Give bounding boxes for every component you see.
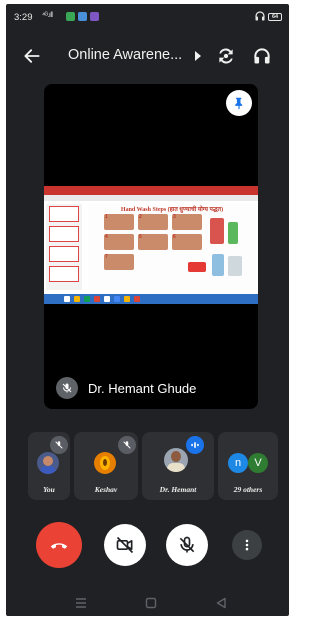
battery-icon: 64 (268, 13, 282, 21)
step-image: 6 (172, 234, 202, 250)
step-image: 2 (138, 214, 168, 230)
meeting-title[interactable]: Online Awarene... (68, 47, 190, 63)
home-icon[interactable] (144, 596, 158, 610)
avatar: V (248, 453, 268, 473)
pin-button[interactable] (226, 90, 252, 116)
participant-tile-keshav[interactable]: Keshav (74, 432, 138, 500)
speaker-name: Dr. Hemant Ghude (88, 380, 197, 396)
notification-app-icon (78, 12, 87, 21)
more-options-button[interactable] (232, 530, 262, 560)
participant-tile-others[interactable]: n V 29 others (218, 432, 278, 500)
mic-off-icon (123, 441, 131, 449)
status-bar: 3:29 ⁴ᴳ.ıll 64 (6, 4, 289, 30)
participant-tile-you[interactable]: You (28, 432, 70, 500)
mic-off-icon (179, 536, 195, 553)
main-video-tile[interactable]: Hand Wash Steps (हात धुण्याची योग्य पद्ध… (44, 84, 258, 409)
step-image: 3 (172, 214, 202, 230)
status-time: 3:29 (14, 12, 33, 23)
recents-icon[interactable] (74, 596, 88, 610)
end-call-icon (50, 543, 68, 549)
notification-app-icon (90, 12, 99, 21)
headset-status-icon (255, 11, 265, 21)
participant-name: You (43, 485, 55, 494)
mic-muted-badge (56, 377, 78, 399)
notification-app-icon (66, 12, 75, 21)
back-arrow-icon[interactable] (22, 46, 42, 66)
navigation-bar (6, 590, 289, 616)
soap-bottle-image (210, 218, 224, 244)
sanitizer-bottle-image (212, 254, 224, 276)
avatar (164, 448, 188, 472)
end-call-button[interactable] (36, 522, 82, 568)
soap-bar-image (188, 262, 206, 272)
slide-thumbnails (46, 204, 82, 290)
camera-off-icon (116, 536, 134, 554)
mic-muted-badge (50, 436, 68, 454)
caret-right-icon[interactable] (194, 50, 202, 62)
participant-tile-dr-hemant[interactable]: Dr. Hemant (142, 432, 214, 500)
headset-icon[interactable] (252, 46, 272, 66)
mic-muted-badge (118, 436, 136, 454)
speaking-indicator (186, 436, 204, 454)
sanitizer-bottle-image (228, 256, 242, 276)
step-image: 7 (104, 254, 134, 270)
speaker-label: Dr. Hemant Ghude (56, 376, 196, 400)
participant-name: 29 others (233, 485, 263, 494)
back-nav-icon[interactable] (214, 596, 228, 610)
step-image: 1 (104, 214, 134, 230)
switch-camera-icon[interactable] (216, 46, 236, 66)
signal-icon: ⁴ᴳ.ıll (42, 12, 53, 19)
mic-off-icon (62, 383, 72, 393)
avatar: n (228, 453, 248, 473)
mic-off-icon (55, 441, 63, 449)
pin-icon (235, 97, 243, 110)
slide-heading: Hand Wash Steps (हात धुण्याची योग्य पद्ध… (120, 207, 224, 213)
more-vert-icon (245, 539, 249, 551)
participant-name: Keshav (94, 485, 118, 494)
participant-name: Dr. Hemant (159, 485, 197, 494)
app-bar: Online Awarene... (6, 34, 289, 78)
slide-content: Hand Wash Steps (हात धुण्याची योग्य पद्ध… (88, 204, 256, 290)
shared-slide: Hand Wash Steps (हात धुण्याची योग्य पद्ध… (44, 186, 258, 304)
avatar (94, 452, 116, 474)
step-image: 4 (104, 234, 134, 250)
sanitizer-bottle-image (228, 222, 238, 244)
avatar (37, 452, 59, 474)
meet-screen: 3:29 ⁴ᴳ.ıll 64 Online Awarene... Hand Wa… (6, 4, 289, 616)
step-image: 5 (138, 234, 168, 250)
mic-toggle-button[interactable] (166, 524, 208, 566)
audio-level-icon (191, 442, 199, 448)
camera-toggle-button[interactable] (104, 524, 146, 566)
